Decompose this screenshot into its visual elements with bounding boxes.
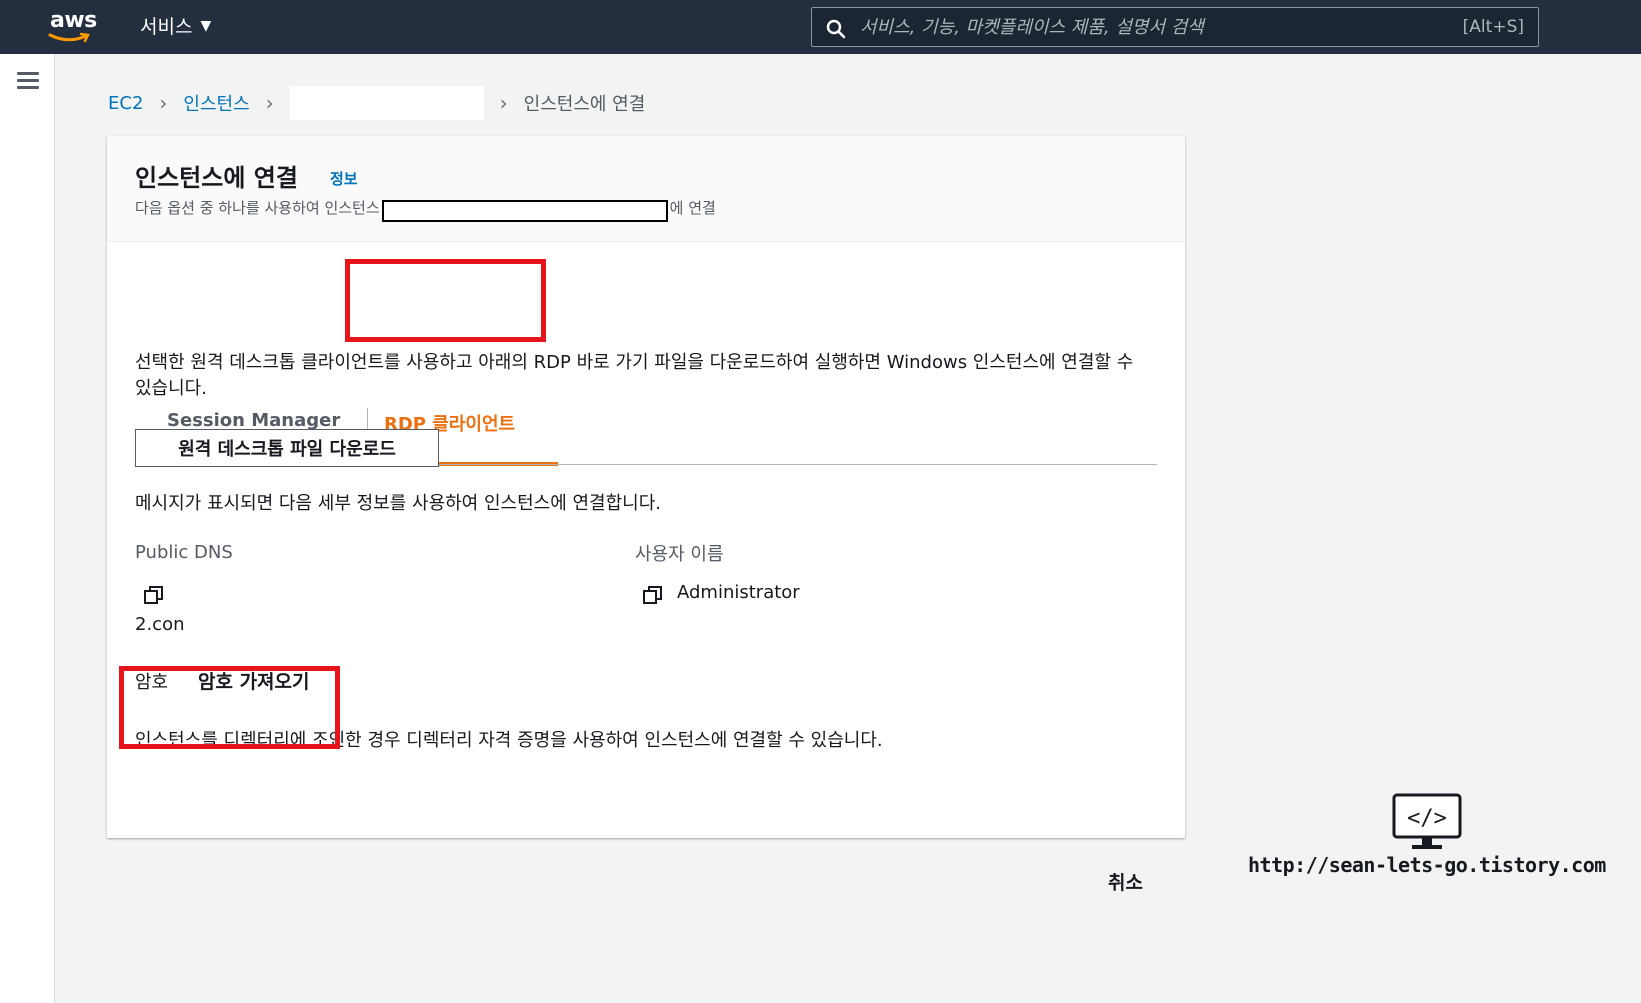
breadcrumb: EC2 › 인스턴스 › › 인스턴스에 연결 [108, 86, 645, 120]
chevron-right-icon: › [265, 91, 274, 115]
copy-username-icon[interactable] [642, 584, 664, 606]
info-link[interactable]: 정보 [330, 168, 358, 189]
tab-session-manager[interactable]: Session Manager [167, 410, 340, 431]
services-label: 서비스 [140, 16, 193, 38]
subtitle-suffix: 에 연결 [669, 198, 716, 217]
aws-logo-text: aws [50, 8, 97, 33]
caret-down-icon: ▼ [200, 17, 212, 34]
side-navigation-rail [0, 54, 55, 1003]
card-header: 인스턴스에 연결 정보 다음 옵션 중 하나를 사용하여 인스턴스 에 연결 [107, 136, 1185, 242]
rdp-description: 선택한 원격 데스크톱 클라이언트를 사용하고 아래의 RDP 바로 가기 파일… [135, 352, 1134, 399]
connection-prompt-text: 메시지가 표시되면 다음 세부 정보를 사용하여 인스턴스에 연결합니다. [135, 493, 662, 514]
page-subtitle: 다음 옵션 중 하나를 사용하여 인스턴스 에 연결 [135, 196, 716, 222]
top-navigation-bar: aws 서비스 ▼ [Alt+S] [0, 0, 1641, 54]
public-dns-label: Public DNS [135, 542, 233, 563]
connect-instance-card: 인스턴스에 연결 정보 다음 옵션 중 하나를 사용하여 인스턴스 에 연결 S… [107, 136, 1185, 838]
page-title: 인스턴스에 연결 [135, 164, 298, 192]
download-remote-desktop-file-button[interactable]: 원격 데스크톱 파일 다운로드 [135, 429, 439, 467]
search-shortcut-hint: [Alt+S] [1462, 17, 1524, 37]
watermark-url: http://sean-lets-go.tistory.com [1248, 853, 1606, 877]
services-menu-button[interactable]: 서비스 ▼ [140, 12, 211, 39]
breadcrumb-redacted-instance [289, 86, 484, 120]
get-password-link[interactable]: 암호 가져오기 [198, 667, 310, 694]
password-label: 암호 [135, 672, 169, 693]
redacted-instance-id [381, 200, 668, 222]
search-icon [826, 19, 846, 39]
breadcrumb-ec2[interactable]: EC2 [108, 93, 143, 114]
public-dns-value: 2.con [135, 614, 185, 635]
subtitle-prefix: 다음 옵션 중 하나를 사용하여 인스턴스 [135, 198, 380, 217]
cancel-button[interactable]: 취소 [1108, 868, 1143, 895]
svg-text:</>: </> [1407, 806, 1447, 831]
username-label: 사용자 이름 [635, 544, 724, 565]
hamburger-menu-icon[interactable] [17, 72, 39, 90]
copy-dns-icon[interactable] [143, 584, 165, 606]
directory-credentials-text: 인스턴스를 디렉터리에 조인한 경우 디렉터리 자격 증명을 사용하여 인스턴스… [135, 730, 883, 751]
aws-logo[interactable]: aws [46, 6, 98, 46]
search-input[interactable] [860, 8, 1420, 46]
global-search-box[interactable]: [Alt+S] [811, 7, 1539, 47]
chevron-right-icon: › [159, 91, 168, 115]
aws-smile-icon [48, 32, 90, 43]
code-monitor-icon: </> [1392, 793, 1462, 849]
breadcrumb-instances[interactable]: 인스턴스 [183, 90, 249, 116]
chevron-right-icon: › [499, 91, 508, 115]
breadcrumb-current: 인스턴스에 연결 [523, 94, 646, 115]
username-value: Administrator [677, 582, 800, 603]
